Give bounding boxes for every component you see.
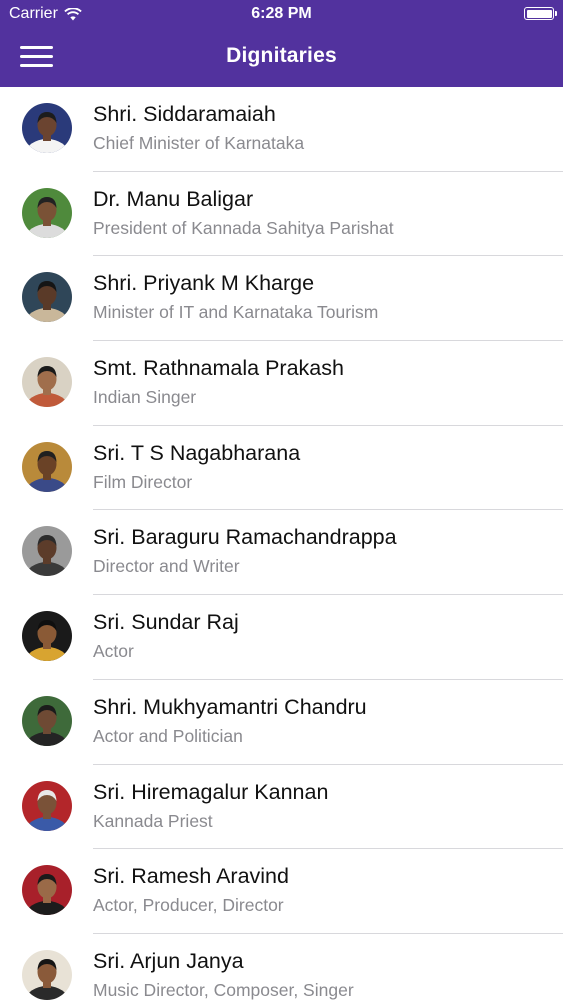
- dignitary-row[interactable]: Sri. Sundar Raj Actor: [0, 595, 563, 680]
- dignitary-name: Shri. Priyank M Kharge: [93, 271, 315, 296]
- dignitary-name: Shri. Mukhyamantri Chandru: [93, 694, 367, 719]
- dignitary-row[interactable]: Sri. Hiremagalur Kannan Kannada Priest: [0, 765, 563, 850]
- avatar: [22, 695, 72, 746]
- dignitary-role: Actor, Producer, Director: [93, 895, 284, 916]
- dignitaries-list: Shri. Siddaramaiah Chief Minister of Karn…: [0, 87, 563, 1000]
- dignitary-role: Actor and Politician: [93, 725, 243, 746]
- dignitary-row[interactable]: Sri. T S Nagabharana Film Director: [0, 426, 563, 511]
- dignitary-name: Sri. T S Nagabharana: [93, 440, 301, 465]
- avatar: [22, 357, 72, 408]
- dignitary-name: Smt. Rathnamala Prakash: [93, 356, 344, 381]
- dignitary-name: Sri. Sundar Raj: [93, 610, 239, 635]
- dignitary-row[interactable]: Sri. Ramesh Aravind Actor, Producer, Dire…: [0, 849, 563, 934]
- dignitary-role: Minister of IT and Karnataka Tourism: [93, 302, 379, 323]
- avatar: [22, 865, 72, 916]
- dignitary-name: Sri. Arjun Janya: [93, 948, 244, 973]
- dignitary-role: Indian Singer: [93, 387, 197, 408]
- dignitary-name: Shri. Siddaramaiah: [93, 102, 276, 126]
- avatar: [22, 103, 72, 153]
- navigation-header: Carrier 6:28 PM Dignitaries: [0, 0, 563, 87]
- dignitary-role: Film Director: [93, 471, 193, 492]
- dignitary-row[interactable]: Sri. Arjun Janya Music Director, Composer…: [0, 934, 563, 1000]
- status-time: 6:28 PM: [251, 5, 312, 22]
- dignitary-role: Actor: [93, 641, 134, 662]
- battery-icon: [524, 7, 557, 20]
- dignitary-role: President of Kannada Sahitya Parishat: [93, 217, 394, 238]
- battery-level: [526, 9, 552, 18]
- avatar: [22, 441, 72, 492]
- dignitary-row[interactable]: Shri. Siddaramaiah Chief Minister of Karn…: [0, 87, 563, 172]
- app-screen: Carrier 6:28 PM Dignitaries Shri. Siddar…: [0, 0, 563, 1000]
- dignitary-row[interactable]: Dr. Manu Baligar President of Kannada Sah…: [0, 172, 563, 257]
- page-title: Dignitaries: [226, 44, 337, 67]
- dignitary-row[interactable]: Sri. Baraguru Ramachandrappa Director and…: [0, 510, 563, 595]
- dignitary-name: Dr. Manu Baligar: [93, 186, 254, 211]
- dignitary-name: Sri. Ramesh Aravind: [93, 864, 289, 889]
- avatar: [22, 187, 72, 238]
- dignitary-row[interactable]: Shri. Priyank M Kharge Minister of IT and…: [0, 256, 563, 341]
- avatar: [22, 949, 72, 1000]
- battery-tip: [555, 11, 557, 16]
- dignitary-row[interactable]: Shri. Mukhyamantri Chandru Actor and Poli…: [0, 680, 563, 765]
- avatar: [22, 272, 72, 323]
- dignitary-name: Sri. Hiremagalur Kannan: [93, 779, 329, 804]
- dignitary-role: Director and Writer: [93, 556, 240, 577]
- dignitary-row[interactable]: Smt. Rathnamala Prakash Indian Singer: [0, 341, 563, 426]
- dignitary-role: Kannada Priest: [93, 810, 213, 831]
- avatar: [22, 526, 72, 577]
- avatar: [22, 611, 72, 662]
- dignitary-role: Chief Minister of Karnataka: [93, 133, 305, 153]
- dignitary-role: Music Director, Composer, Singer: [93, 979, 354, 1000]
- status-bar: Carrier 6:28 PM: [0, 0, 563, 30]
- dignitary-name: Sri. Baraguru Ramachandrappa: [93, 525, 397, 550]
- avatar: [22, 780, 72, 831]
